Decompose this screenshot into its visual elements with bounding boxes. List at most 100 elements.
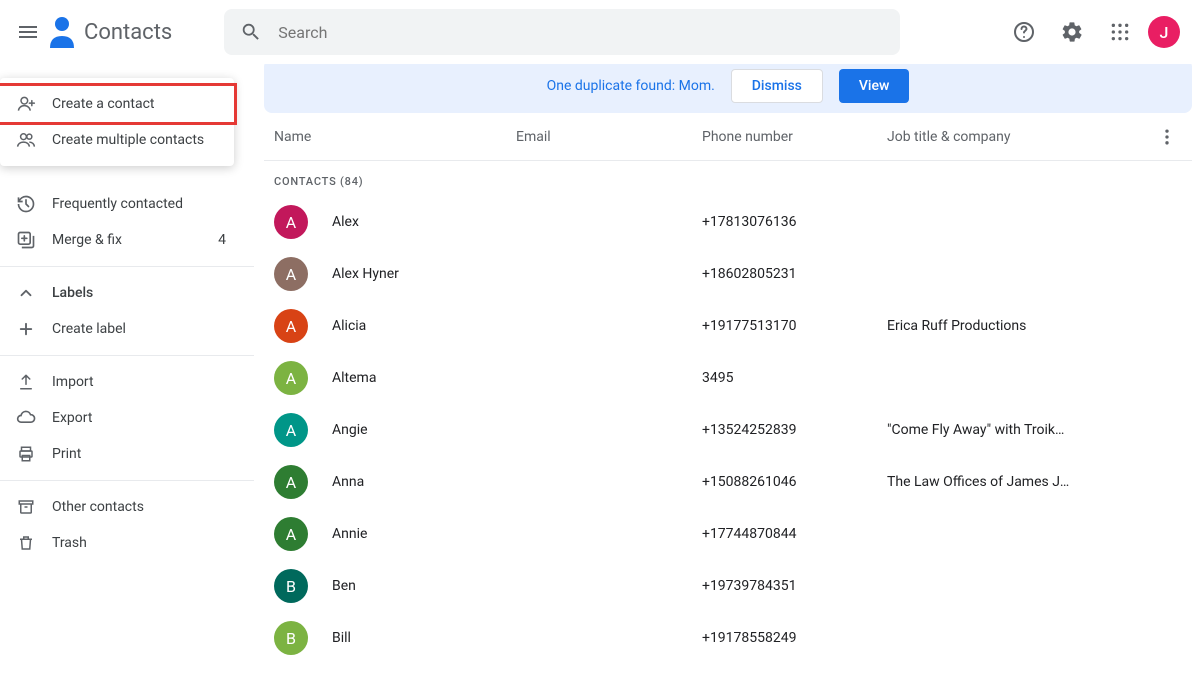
contact-name: Alex — [332, 214, 516, 230]
contact-job: Erica Ruff Productions — [887, 318, 1182, 334]
column-options-button[interactable] — [1152, 117, 1182, 157]
create-contact-menu: Create a contact Create multiple contact… — [0, 78, 234, 166]
search-icon — [240, 21, 262, 43]
contact-row[interactable]: B Bill +19178558249 — [264, 612, 1192, 664]
contact-row[interactable]: A Alex Hyner +18602805231 — [264, 248, 1192, 300]
sidebar-print[interactable]: Print — [0, 436, 242, 472]
contact-name: Bill — [332, 630, 516, 646]
sidebar-export-label: Export — [52, 410, 92, 426]
account-avatar[interactable]: J — [1148, 16, 1180, 48]
merge-icon — [16, 230, 36, 250]
sidebar-merge-fix[interactable]: Merge & fix 4 — [0, 222, 242, 258]
sidebar-print-label: Print — [52, 446, 81, 462]
history-icon — [16, 194, 36, 214]
help-button[interactable] — [1004, 12, 1044, 52]
create-multiple-contacts-item[interactable]: Create multiple contacts — [0, 122, 234, 158]
apps-grid-icon — [1110, 22, 1130, 42]
app-title: Contacts — [84, 20, 172, 45]
settings-button[interactable] — [1052, 12, 1092, 52]
help-icon — [1012, 20, 1036, 44]
contact-avatar: A — [274, 517, 308, 551]
sidebar-other-contacts[interactable]: Other contacts — [0, 489, 242, 525]
duplicate-banner: One duplicate found: Mom. Dismiss View — [264, 64, 1192, 113]
hamburger-icon — [16, 20, 40, 44]
contact-avatar: A — [274, 413, 308, 447]
upload-icon — [16, 373, 36, 391]
search-bar[interactable] — [224, 9, 900, 55]
contact-phone: +19739784351 — [702, 578, 887, 594]
person-add-icon — [16, 94, 36, 114]
contact-avatar: B — [274, 621, 308, 655]
contact-row[interactable]: B Ben +19739784351 — [264, 560, 1192, 612]
gear-icon — [1060, 20, 1084, 44]
column-job: Job title & company — [887, 129, 1152, 145]
contact-avatar: A — [274, 361, 308, 395]
sidebar-frequently-label: Frequently contacted — [52, 196, 183, 212]
archive-icon — [16, 498, 36, 516]
sidebar-import-label: Import — [52, 374, 94, 390]
contact-name: Annie — [332, 526, 516, 542]
print-icon — [16, 445, 36, 463]
divider — [0, 480, 254, 481]
contact-row[interactable]: A Annie +17744870844 — [264, 508, 1192, 560]
contacts-list: A Alex +17813076136 A Alex Hyner +186028… — [264, 196, 1192, 664]
contact-phone: +17744870844 — [702, 526, 887, 542]
plus-icon — [16, 320, 36, 338]
contact-avatar: B — [274, 569, 308, 603]
table-header: Name Email Phone number Job title & comp… — [264, 113, 1192, 161]
sidebar-merge-fix-label: Merge & fix — [52, 232, 122, 248]
sidebar-frequently-contacted[interactable]: Frequently contacted — [0, 186, 242, 222]
contact-row[interactable]: A Alex +17813076136 — [264, 196, 1192, 248]
contact-name: Altema — [332, 370, 516, 386]
contact-phone: +19177513170 — [702, 318, 887, 334]
people-add-icon — [16, 130, 36, 150]
more-vert-icon — [1157, 127, 1177, 147]
sidebar-import[interactable]: Import — [0, 364, 242, 400]
contact-avatar: A — [274, 309, 308, 343]
sidebar-trash-label: Trash — [52, 535, 87, 551]
contact-job: The Law Offices of James J… — [887, 474, 1182, 490]
contact-row[interactable]: A Angie +13524252839 "Come Fly Away" wit… — [264, 404, 1192, 456]
view-button[interactable]: View — [839, 69, 910, 103]
contact-job: "Come Fly Away" with Troik… — [887, 422, 1182, 438]
search-input[interactable] — [278, 23, 884, 42]
contact-avatar: A — [274, 257, 308, 291]
contact-phone: +13524252839 — [702, 422, 887, 438]
cloud-download-icon — [16, 408, 36, 428]
contact-avatar: A — [274, 465, 308, 499]
sidebar: Create a contact Create multiple contact… — [0, 64, 254, 675]
dismiss-button[interactable]: Dismiss — [731, 69, 823, 103]
sidebar-export[interactable]: Export — [0, 400, 242, 436]
contact-row[interactable]: A Altema 3495 — [264, 352, 1192, 404]
apps-button[interactable] — [1100, 12, 1140, 52]
contact-avatar: A — [274, 205, 308, 239]
banner-text: One duplicate found: Mom. — [547, 78, 715, 94]
sidebar-trash[interactable]: Trash — [0, 525, 242, 561]
contact-name: Alicia — [332, 318, 516, 334]
sidebar-labels-label: Labels — [52, 285, 93, 301]
contact-name: Ben — [332, 578, 516, 594]
column-email: Email — [516, 129, 702, 145]
create-a-contact-item[interactable]: Create a contact — [0, 86, 234, 122]
main-menu-button[interactable] — [8, 12, 48, 52]
divider — [0, 355, 254, 356]
column-name: Name — [274, 129, 516, 145]
sidebar-labels-header[interactable]: Labels — [0, 275, 242, 311]
contact-phone: +18602805231 — [702, 266, 887, 282]
column-phone: Phone number — [702, 129, 887, 145]
contact-name: Angie — [332, 422, 516, 438]
app-logo: Contacts — [48, 14, 172, 50]
contact-phone: +15088261046 — [702, 474, 887, 490]
contacts-section-label: CONTACTS (84) — [264, 161, 1192, 196]
sidebar-merge-fix-count: 4 — [218, 232, 226, 248]
chevron-up-icon — [16, 284, 36, 302]
create-a-contact-label: Create a contact — [52, 96, 154, 112]
sidebar-create-label[interactable]: Create label — [0, 311, 242, 347]
contact-row[interactable]: A Anna +15088261046 The Law Offices of J… — [264, 456, 1192, 508]
contact-phone: +17813076136 — [702, 214, 887, 230]
contact-name: Anna — [332, 474, 516, 490]
sidebar-other-contacts-label: Other contacts — [52, 499, 144, 515]
contact-phone: 3495 — [702, 370, 887, 386]
contact-row[interactable]: A Alicia +19177513170 Erica Ruff Product… — [264, 300, 1192, 352]
trash-icon — [16, 534, 36, 552]
